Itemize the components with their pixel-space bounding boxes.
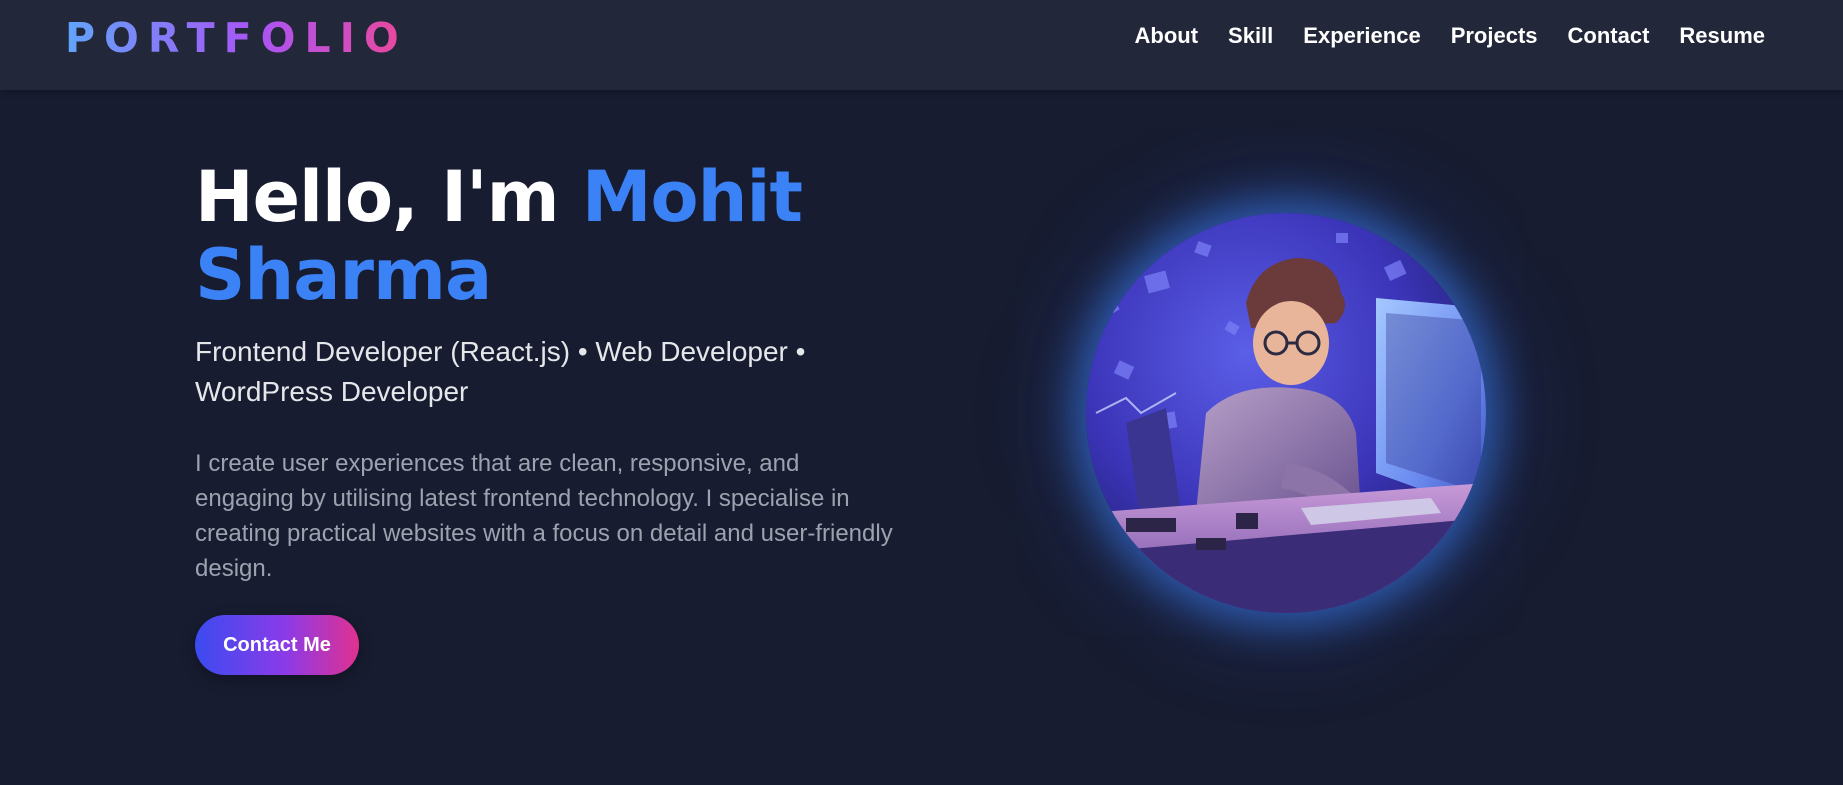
hero-description: I create user experiences that are clean… xyxy=(195,450,893,582)
nav-link-about[interactable]: About xyxy=(1135,22,1199,50)
nav-link-skill[interactable]: Skill xyxy=(1228,22,1273,50)
nav-link-projects[interactable]: Projects xyxy=(1451,22,1538,50)
avatar-illustration-svg xyxy=(1086,213,1486,613)
logo[interactable]: PORTFOLIO xyxy=(65,14,408,62)
nav-link-contact[interactable]: Contact xyxy=(1568,22,1650,50)
nav-link-resume[interactable]: Resume xyxy=(1679,22,1765,50)
nav-links: About Skill Experience Projects Contact … xyxy=(1135,22,1766,50)
nav-link-experience[interactable]: Experience xyxy=(1303,22,1420,50)
contact-me-button[interactable]: Contact Me xyxy=(195,615,359,675)
navbar: PORTFOLIO About Skill Experience Project… xyxy=(0,0,1843,90)
hero-greeting: Hello, I'm xyxy=(195,156,582,238)
hero-subtitle: Frontend Developer (React.js) • Web Deve… xyxy=(195,336,806,407)
hero-title: Hello, I'm Mohit Sharma xyxy=(195,158,915,314)
hero-section: Hello, I'm Mohit Sharma Frontend Develop… xyxy=(195,158,915,586)
developer-avatar-illustration xyxy=(1086,213,1486,613)
